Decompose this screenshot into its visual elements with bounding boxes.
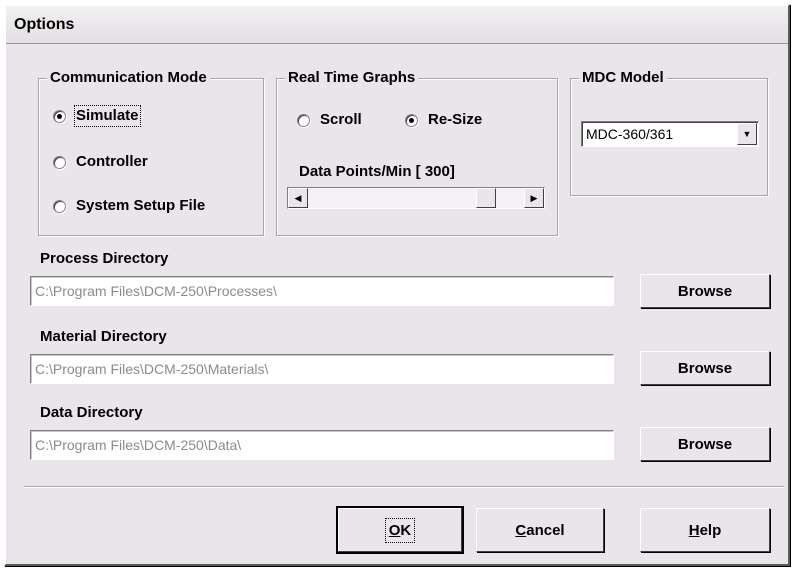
material-directory-label: Material Directory (40, 328, 167, 345)
data-directory-label: Data Directory (40, 404, 143, 421)
material-directory-value: C:\Program Files\DCM-250\Materials\ (35, 361, 269, 377)
cancel-label: Cancel (515, 521, 565, 539)
radio-controller[interactable]: Controller (53, 153, 148, 171)
communication-mode-group: Communication Mode Simulate Controller S… (38, 69, 264, 236)
scroll-left-icon: ◀ (294, 192, 302, 203)
process-directory-label: Process Directory (40, 250, 169, 267)
scroll-right-icon: ▶ (530, 192, 538, 203)
radio-resize[interactable]: Re-Size (405, 111, 482, 129)
ok-label: OK (384, 517, 416, 543)
title-bar[interactable]: Options (6, 6, 788, 44)
mdc-model-value: MDC-360/361 (586, 126, 674, 142)
material-directory-input[interactable]: C:\Program Files\DCM-250\Materials\ (30, 354, 614, 384)
mdc-model-label: MDC Model (579, 69, 667, 87)
real-time-graphs-label: Real Time Graphs (285, 69, 419, 87)
radio-resize-indicator[interactable] (405, 113, 418, 127)
scroll-left-button[interactable]: ◀ (288, 188, 308, 208)
communication-mode-label: Communication Mode (47, 69, 210, 87)
radio-controller-indicator[interactable] (53, 155, 66, 169)
window-title: Options (14, 16, 75, 33)
browse-data-button[interactable]: Browse (640, 427, 770, 461)
separator (24, 486, 784, 488)
dropdown-button[interactable]: ▼ (737, 123, 757, 145)
radio-scroll-label: Scroll (320, 111, 362, 128)
radio-simulate-indicator[interactable] (53, 109, 66, 123)
help-button[interactable]: Help (640, 508, 770, 552)
real-time-graphs-group: Real Time Graphs Scroll Re-Size Data Poi… (276, 69, 558, 236)
browse-material-label: Browse (677, 359, 733, 377)
data-points-scrollbar[interactable]: ◀ ▶ (287, 187, 545, 209)
help-label: Help (688, 521, 722, 539)
scroll-right-button[interactable]: ▶ (524, 188, 544, 208)
cancel-button[interactable]: Cancel (476, 508, 604, 552)
radio-system-setup-file-indicator[interactable] (53, 199, 66, 213)
radio-simulate[interactable]: Simulate (53, 105, 141, 127)
chevron-down-icon: ▼ (742, 129, 752, 139)
data-directory-input[interactable]: C:\Program Files\DCM-250\Data\ (30, 430, 614, 460)
radio-system-setup-file[interactable]: System Setup File (53, 197, 205, 215)
options-dialog: Options Communication Mode Simulate Cont… (4, 4, 790, 566)
radio-resize-label: Re-Size (428, 111, 483, 128)
radio-simulate-label: Simulate (74, 105, 141, 127)
radio-system-setup-file-label: System Setup File (76, 197, 206, 214)
data-directory-value: C:\Program Files\DCM-250\Data\ (35, 437, 242, 453)
browse-process-label: Browse (677, 282, 733, 300)
browse-data-label: Browse (677, 435, 733, 453)
browse-material-button[interactable]: Browse (640, 351, 770, 385)
browse-process-button[interactable]: Browse (640, 274, 770, 308)
data-points-label: Data Points/Min [ 300] (299, 163, 455, 180)
mdc-model-select[interactable]: MDC-360/361 ▼ (581, 121, 759, 147)
radio-scroll[interactable]: Scroll (297, 111, 362, 129)
process-directory-value: C:\Program Files\DCM-250\Processes\ (35, 283, 277, 299)
radio-controller-label: Controller (76, 153, 148, 170)
scroll-thumb[interactable] (476, 188, 496, 208)
radio-scroll-indicator[interactable] (297, 113, 310, 127)
mdc-model-group: MDC Model MDC-360/361 ▼ (570, 69, 768, 196)
ok-button[interactable]: OK (336, 506, 464, 554)
process-directory-input[interactable]: C:\Program Files\DCM-250\Processes\ (30, 276, 614, 306)
